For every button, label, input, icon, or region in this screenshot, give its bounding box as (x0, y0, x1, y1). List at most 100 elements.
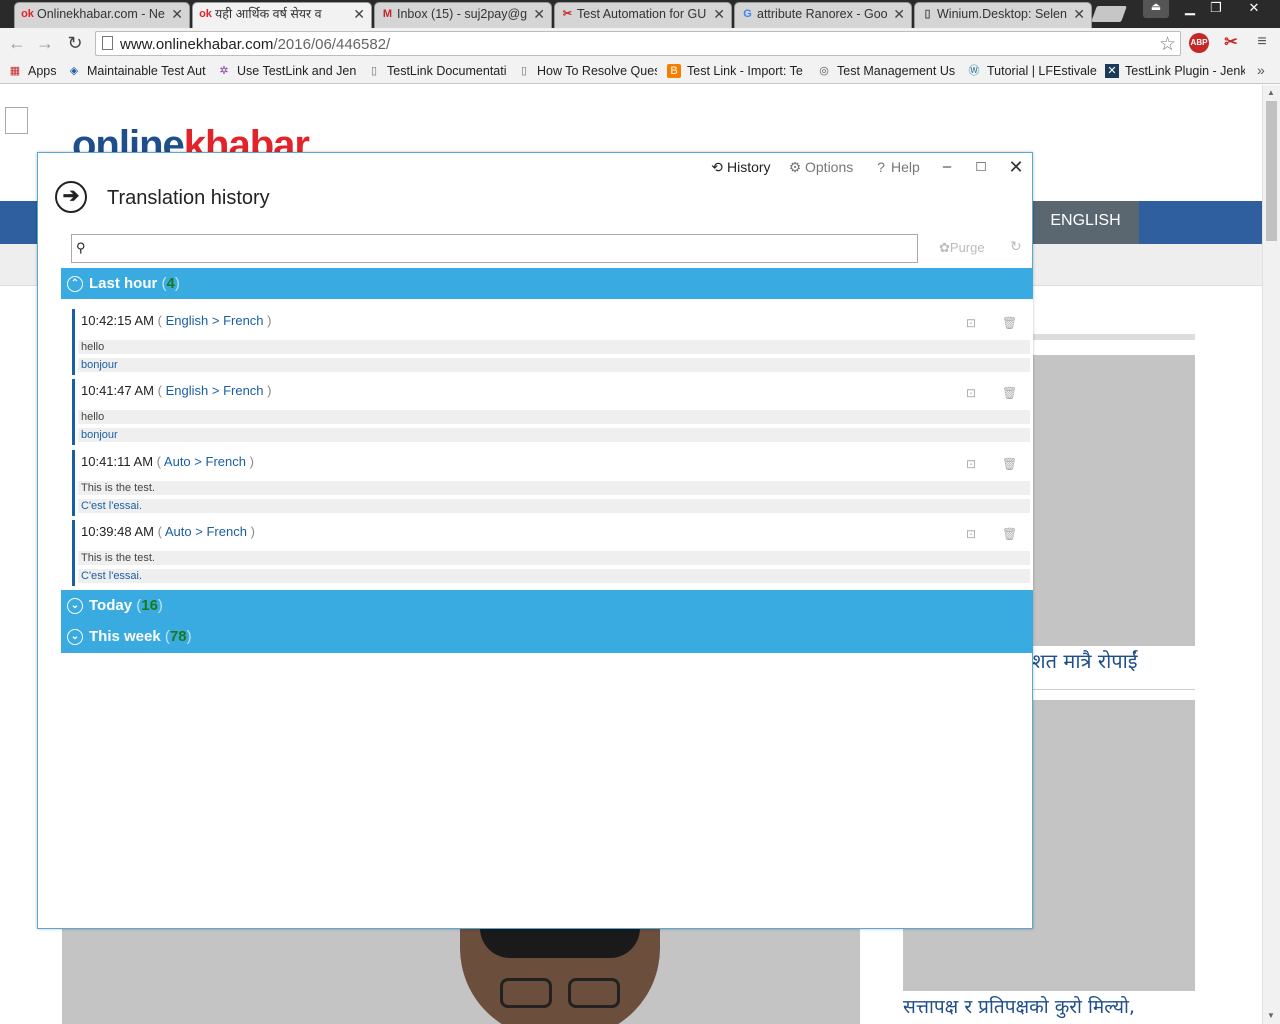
tab-close-icon[interactable]: ✕ (533, 3, 545, 26)
group-label: Last hour (4) (89, 275, 180, 292)
translation-history-dialog: ➔ Translation history ⟲ History ⚙ Options … (37, 152, 1033, 929)
purge-icon: ✿ (939, 240, 950, 255)
history-entry[interactable]: 10:41:11 AM ( Auto > French ) ⊡ 🗑 This i… (72, 450, 1030, 516)
english-language-button[interactable]: ENGLISH (1032, 201, 1139, 244)
bookmark-item[interactable]: ◎ Test Management Us (817, 62, 957, 80)
page-icon: ▯ (924, 8, 931, 20)
browser-tab[interactable]: M Inbox (15) - suj2pay@g ✕ (374, 2, 552, 28)
blogger-icon: B (667, 64, 681, 78)
browser-tab[interactable]: ok Onlinekhabar.com - Ne ✕ (14, 2, 190, 28)
restore-window-icon[interactable]: ❐ (1202, 0, 1230, 18)
close-icon[interactable]: ✕ (1006, 157, 1026, 177)
testmgmt-icon: ◎ (819, 65, 829, 77)
tab-close-icon[interactable]: ✕ (171, 3, 183, 26)
page-checkbox[interactable] (5, 107, 28, 134)
address-bar[interactable]: www.onlinekhabar.com/2016/06/446582/ ☆ (95, 31, 1181, 56)
tab-close-icon[interactable]: ✕ (353, 3, 365, 26)
tab-close-icon[interactable]: ✕ (1073, 3, 1085, 26)
adblock-plus-icon[interactable]: ABP (1189, 33, 1209, 53)
minimize-window-icon[interactable]: ▁ (1176, 0, 1204, 18)
apps-icon: ▦ (9, 65, 21, 77)
close-window-icon[interactable]: ✕ (1240, 0, 1268, 18)
bookmark-item[interactable]: ▯ TestLink Documentati (367, 62, 507, 80)
bookmark-item[interactable]: ✲ Use TestLink and Jenk (217, 62, 357, 80)
reload-icon[interactable]: ↻ (64, 32, 86, 54)
tab-close-icon[interactable]: ✕ (713, 3, 725, 26)
open-entry-icon[interactable]: ⊡ (964, 316, 978, 330)
new-tab-button[interactable] (1091, 6, 1127, 22)
back-arrow-icon[interactable]: ← (6, 32, 28, 54)
open-entry-icon[interactable]: ⊡ (964, 457, 978, 471)
tab-favicon: ok (199, 8, 212, 20)
purge-button[interactable]: ✿Purge (939, 240, 985, 256)
scroll-down-icon[interactable]: ▼ (1267, 1011, 1275, 1020)
help-icon: ? (877, 159, 885, 175)
browser-tab[interactable]: ✂ Test Automation for GU ✕ (554, 2, 732, 28)
history-menu-button[interactable]: ⟲ History (710, 159, 770, 176)
history-entry[interactable]: 10:39:48 AM ( Auto > French ) ⊡ 🗑 This i… (72, 520, 1030, 586)
profile-icon[interactable]: ⏏ (1143, 0, 1169, 18)
bookmark-item[interactable]: ▯ How To Resolve Ques (517, 62, 657, 80)
minimize-icon[interactable]: – (937, 157, 957, 177)
wordpress-icon: Ⓦ (968, 65, 980, 77)
history-search-field[interactable]: ⚲ (71, 234, 918, 263)
bookmark-item[interactable]: Ⓦ Tutorial | LFEstivalet (967, 62, 1098, 80)
trash-icon[interactable]: 🗑 (1002, 386, 1017, 400)
chevron-up-icon: ⌃ (67, 276, 83, 292)
browser-tab[interactable]: ▯ Winium.Desktop: Selen ✕ (914, 2, 1092, 28)
entry-meta: 10:39:48 AM ( Auto > French ) (81, 524, 255, 539)
tab-title: Test Automation for GU (577, 7, 707, 21)
group-header-last-hour[interactable]: ⌃ Last hour (4) (61, 268, 1033, 299)
browser-tab-active[interactable]: ok यही आर्थिक वर्ष सेयर व ✕ (192, 2, 372, 28)
bookmark-item[interactable]: ◈ Maintainable Test Aut (67, 62, 207, 80)
history-icon: ⟲ (711, 159, 723, 175)
tab-favicon: ok (21, 8, 34, 20)
trash-icon[interactable]: 🗑 (1002, 457, 1017, 471)
maximize-icon[interactable]: □ (971, 157, 991, 177)
open-entry-icon[interactable]: ⊡ (964, 527, 978, 541)
open-entry-icon[interactable]: ⊡ (964, 386, 978, 400)
google-icon: G (743, 8, 752, 20)
search-input[interactable] (92, 238, 912, 259)
news-image-placeholder[interactable] (1032, 355, 1195, 646)
news-photo[interactable] (62, 928, 860, 1024)
options-menu-button[interactable]: ⚙ Options (788, 159, 854, 176)
group-header-this-week[interactable]: ⌄ This week (78) (61, 621, 1033, 653)
help-menu-button[interactable]: ? Help (874, 159, 920, 175)
news-headline[interactable]: शत मात्रै रोपाईं (1032, 647, 1138, 674)
dialog-title: Translation history (107, 187, 270, 209)
bookmark-item[interactable]: ✕ TestLink Plugin - Jenk (1105, 62, 1245, 80)
forward-arrow-icon[interactable]: → (34, 32, 56, 54)
refresh-icon[interactable]: ↻ (1010, 238, 1022, 255)
history-entry[interactable]: 10:42:15 AM ( English > French ) ⊡ 🗑 hel… (72, 309, 1030, 375)
browser-tab[interactable]: G attribute Ranorex - Goo ✕ (734, 2, 912, 28)
tab-close-icon[interactable]: ✕ (893, 3, 905, 26)
trash-icon[interactable]: 🗑 (1002, 527, 1017, 541)
translated-text: C'est l'essai. (78, 499, 1030, 513)
history-entry[interactable]: 10:41:47 AM ( English > French ) ⊡ 🗑 hel… (72, 379, 1030, 445)
ranorex-extension-icon[interactable]: ✂ (1221, 33, 1241, 53)
bookmark-star-icon[interactable]: ☆ (1159, 33, 1176, 56)
source-text: hello (78, 410, 1030, 424)
testlink-icon: ✲ (219, 65, 229, 77)
bookmarks-overflow-icon[interactable]: » (1257, 62, 1265, 78)
group-header-today[interactable]: ⌄ Today (16) (61, 590, 1033, 621)
divider (1032, 334, 1195, 340)
news-headline[interactable]: सत्तापक्ष र प्रतिपक्षको कुरो मिल्यो, (903, 993, 1135, 1019)
source-text: This is the test. (78, 551, 1030, 565)
browser-menu-icon[interactable]: ≡ (1254, 33, 1270, 51)
scroll-up-icon[interactable]: ▲ (1267, 88, 1275, 97)
jenkins-icon: ✕ (1105, 64, 1119, 78)
entry-meta: 10:41:47 AM ( English > French ) (81, 383, 272, 398)
bookmark-apps[interactable]: ▦ Apps (8, 62, 60, 80)
bookmark-item[interactable]: B Test Link - Import: Te (667, 62, 807, 80)
trash-icon[interactable]: 🗑 (1002, 316, 1017, 330)
source-text: This is the test. (78, 481, 1030, 495)
arrow-right-circle-icon[interactable]: ➔ (55, 181, 87, 213)
page-icon: ▯ (520, 65, 528, 77)
chevron-down-icon: ⌄ (67, 598, 83, 614)
page-scrollbar[interactable]: ▲ ▼ (1262, 85, 1280, 1024)
scrollbar-thumb[interactable] (1266, 101, 1277, 241)
source-text: hello (78, 340, 1030, 354)
ranorex-icon: ◈ (69, 65, 79, 77)
